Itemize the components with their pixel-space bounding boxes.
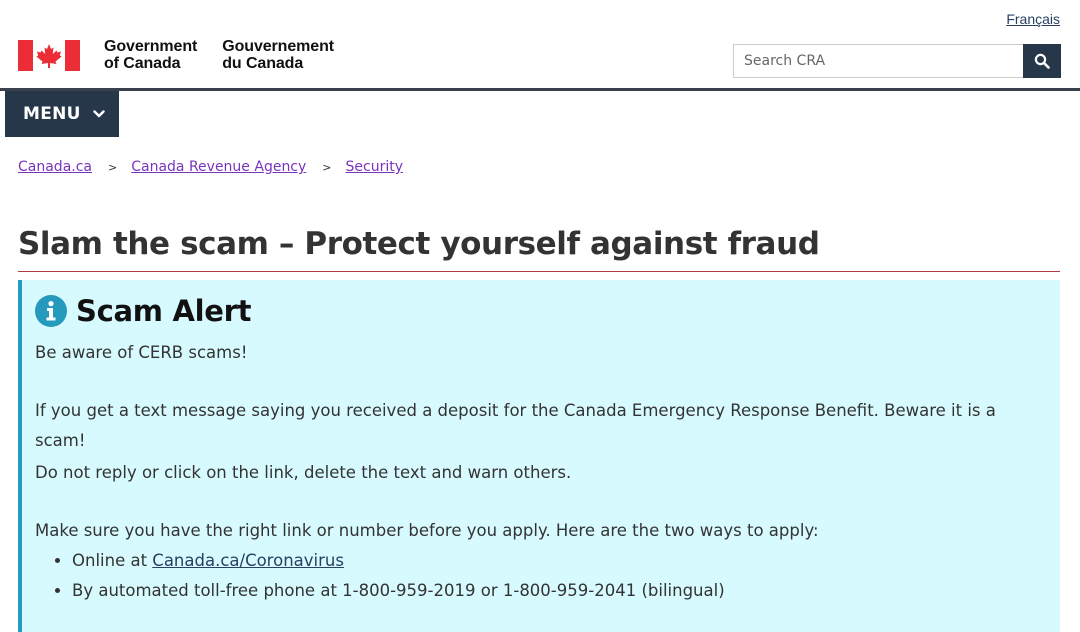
- header-divider: [0, 88, 1080, 91]
- breadcrumb-link-security[interactable]: Security: [346, 159, 404, 175]
- search-input[interactable]: [733, 44, 1023, 78]
- search-form: [733, 44, 1061, 78]
- list-item: Online at Canada.ca/Coronavirus: [72, 546, 1060, 576]
- canada-flag-icon: [18, 39, 80, 71]
- scam-alert-box: Scam Alert Be aware of CERB scams! If yo…: [18, 280, 1060, 632]
- alert-heading: Scam Alert: [35, 294, 1060, 328]
- government-wordmark: Government of Canada Gouvernement du Can…: [104, 38, 334, 72]
- search-icon: [1034, 53, 1050, 69]
- breadcrumb: Canada.ca > Canada Revenue Agency > Secu…: [18, 159, 403, 175]
- apply-methods-list: Online at Canada.ca/Coronavirus By autom…: [35, 546, 1060, 606]
- page-title: Slam the scam – Protect yourself against…: [18, 226, 820, 262]
- coronavirus-link[interactable]: Canada.ca/Coronavirus: [152, 551, 344, 570]
- alert-paragraph-4: Make sure you have the right link or num…: [35, 521, 819, 540]
- language-toggle-link[interactable]: Français: [1006, 11, 1060, 27]
- government-of-canada-signature[interactable]: Government of Canada Gouvernement du Can…: [18, 38, 334, 72]
- breadcrumb-link-cra[interactable]: Canada Revenue Agency: [131, 159, 306, 175]
- wordmark-en-line2: of Canada: [104, 55, 181, 72]
- alert-paragraph-2: If you get a text message saying you rec…: [35, 401, 996, 450]
- list-item: By automated toll-free phone at 1-800-95…: [72, 576, 1060, 606]
- breadcrumb-separator: >: [322, 160, 332, 174]
- chevron-down-icon: [93, 110, 105, 118]
- alert-paragraph-1: Be aware of CERB scams!: [35, 343, 248, 362]
- menu-button[interactable]: MENU: [5, 91, 119, 137]
- menu-label: MENU: [23, 104, 81, 124]
- alert-paragraph-3: Do not reply or click on the link, delet…: [35, 463, 572, 482]
- breadcrumb-link-canada[interactable]: Canada.ca: [18, 159, 92, 175]
- wordmark-fr-line2: du Canada: [222, 55, 304, 72]
- wordmark-en-line1: Government: [104, 38, 198, 55]
- breadcrumb-separator: >: [108, 160, 118, 174]
- info-icon: [35, 295, 67, 327]
- list-item-prefix: Online at: [72, 551, 153, 570]
- title-underline: [18, 271, 1060, 272]
- wordmark-fr-line1: Gouvernement: [222, 38, 334, 55]
- alert-title: Scam Alert: [76, 294, 252, 328]
- search-button[interactable]: [1023, 44, 1061, 78]
